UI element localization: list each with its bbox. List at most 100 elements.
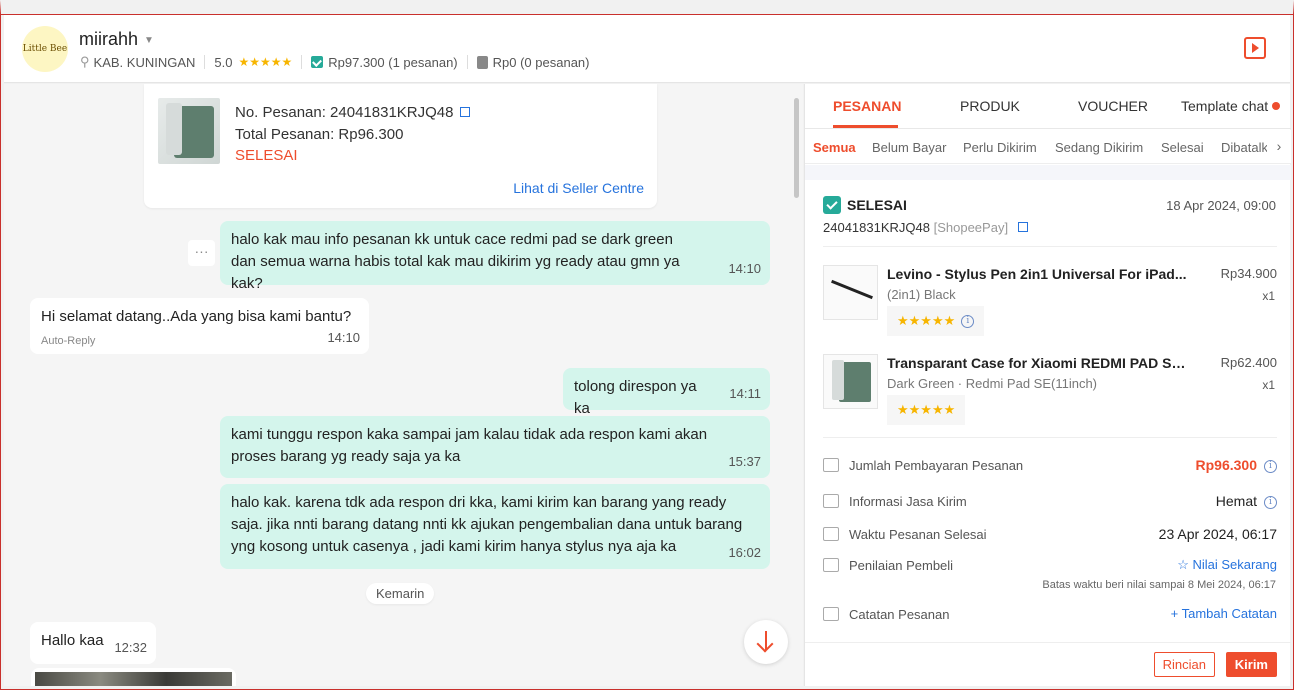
product-image [823,265,878,320]
pending-orders-icon [476,55,488,69]
message-time: 16:02 [728,545,761,560]
external-link-icon[interactable] [1017,222,1028,232]
note-icon [823,607,839,621]
product-qty: x1 [1262,378,1275,392]
separator [466,55,468,69]
info-icon[interactable]: i [1264,460,1277,473]
send-button[interactable]: Kirim [1225,652,1277,677]
rate-now-link[interactable]: ☆ Nilai Sekarang [1177,557,1277,573]
completed-value: 23 Apr 2024, 06:17 [1158,526,1277,542]
payment-row: Jumlah Pembayaran Pesanan Rp96.300 i [823,456,1277,478]
tab-produk[interactable]: PRODUK [960,98,1020,114]
message-outgoing: halo kak. karena tdk ada respon dri kka,… [220,484,770,569]
subtab-perlu-dikirim[interactable]: Perlu Dikirim [963,140,1037,155]
message-time: 15:37 [728,454,761,469]
message-text: tolong direspon ya ka [574,378,697,417]
product-name: Transparant Case for Xiaomi REDMI PAD SE… [887,355,1187,371]
panel-footer: Rincian Kirim [805,642,1291,686]
chat-area[interactable]: No. Pesanan: 24041831KRJQ48 Total Pesana… [4,84,803,686]
image-message[interactable] [31,668,236,686]
order-total: Total Pesanan: Rp96.300 [235,126,404,143]
buyer-meta: ⚲ KAB. KUNINGAN 5.0 ★★★★★ Rp97.300 (1 pe… [80,54,589,70]
seller-centre-link[interactable]: Lihat di Seller Centre [513,180,644,196]
info-icon[interactable]: i [961,315,975,329]
product-item[interactable]: Transparant Case for Xiaomi REDMI PAD SE… [823,354,1277,434]
completed-label: Waktu Pesanan Selesai [849,527,987,542]
more-options-button[interactable]: ··· [188,240,215,266]
tab-template-chat-label: Template chat [1181,98,1269,114]
paid-summary: Rp97.300 (1 pesanan) [328,54,458,70]
product-rating: ★★★★★ i [887,306,985,336]
details-button[interactable]: Rincian [1153,652,1215,677]
message-text: Hallo kaa [41,632,104,649]
panel-tabs: PESANAN PRODUK VOUCHER Template chat [805,84,1291,129]
avatar[interactable]: Little Bee [22,26,68,72]
order-panel: PESANAN PRODUK VOUCHER Template chat Sem… [804,84,1291,686]
product-variant: (2in1) Black [887,287,956,302]
order-filter-tabs: Semua Belum Bayar Perlu Dikirim Sedang D… [805,130,1291,164]
payment-label: Jumlah Pembayaran Pesanan [849,458,1024,473]
separator [301,55,303,69]
order-date: 18 Apr 2024, 09:00 [1166,198,1276,213]
tab-template-chat[interactable]: Template chat [1181,98,1281,114]
add-note-link[interactable]: + Tambah Catatan [1171,606,1277,621]
username[interactable]: miirahh [79,29,138,50]
completed-icon [823,196,841,214]
product-name: Levino - Stylus Pen 2in1 Universal For i… [887,266,1187,282]
product-price: Rp62.400 [1220,355,1277,370]
auto-reply-tag: Auto-Reply [41,335,96,347]
order-number: No. Pesanan: 24041831KRJQ48 [235,104,454,121]
chat-header: Little Bee miirahh ▼ ⚲ KAB. KUNINGAN 5.0… [4,15,1290,83]
chat-scrollbar[interactable] [794,98,799,198]
payment-method: [ShopeePay] [933,220,1009,235]
order-thumbnail [158,98,220,164]
message-text: kami tunggu respon kaka sampai jam kalau… [231,426,708,465]
notes-row: Catatan Pesanan + Tambah Catatan [823,605,1277,627]
paid-orders-icon [311,56,324,68]
chevron-down-icon[interactable]: ▼ [144,35,154,46]
message-text: halo kak mau info pesanan kk untuk cace … [231,231,680,292]
order-sn-row: 24041831KRJQ48 [ShopeePay] [823,220,1028,235]
product-image [823,354,878,409]
product-qty: x1 [1262,289,1275,303]
subtab-semua[interactable]: Semua [813,140,856,155]
message-outgoing: tolong direspon ya ka 14:11 [563,368,770,417]
subtab-belum-bayar[interactable]: Belum Bayar [872,140,946,155]
product-variant: Dark Green · Redmi Pad SE(11inch) [887,376,1098,391]
truck-icon [823,494,839,508]
message-incoming: Hi selamat datang..Ada yang bisa kami ba… [30,298,369,354]
order-status-row: SELESAI [823,196,907,214]
divider [823,437,1277,438]
subtab-sedang-dikirim[interactable]: Sedang Dikirim [1055,140,1143,155]
subtab-selesai[interactable]: Selesai [1161,140,1204,155]
day-divider: Kemarin [366,583,435,604]
external-link-icon[interactable] [459,107,470,117]
message-time: 14:10 [327,330,360,345]
rating-stars: ★★★★★ [897,402,956,417]
tab-pesanan[interactable]: PESANAN [833,98,901,114]
section-gap [805,165,1291,180]
chevron-right-icon[interactable]: › [1267,130,1291,163]
product-rating: ★★★★★ [887,395,966,425]
shipping-row: Informasi Jasa Kirim Hemat i [823,492,1277,514]
completed-row: Waktu Pesanan Selesai 23 Apr 2024, 06:17 [823,525,1277,547]
payment-value: Rp96.300 [1195,457,1257,473]
location-pin-icon: ⚲ [80,54,90,69]
message-time: 12:32 [114,640,147,655]
info-icon[interactable]: i [1264,496,1277,509]
tab-voucher[interactable]: VOUCHER [1078,98,1148,114]
scroll-down-icon[interactable] [744,620,788,664]
collapse-panel-icon[interactable] [1244,37,1266,59]
review-label: Penilaian Pembeli [849,558,954,573]
message-outgoing: halo kak mau info pesanan kk untuk cace … [220,221,770,292]
rating-stars: ★★★★★ [897,313,956,328]
message-text: Hi selamat datang..Ada yang bisa kami ba… [41,308,352,325]
notes-label: Catatan Pesanan [849,607,950,622]
shipping-value: Hemat [1215,493,1257,509]
order-card: No. Pesanan: 24041831KRJQ48 Total Pesana… [144,84,657,208]
product-item[interactable]: Levino - Stylus Pen 2in1 Universal For i… [823,265,1277,345]
active-tab-indicator [833,125,898,128]
notification-dot [1272,102,1281,110]
message-incoming: Hallo kaa 12:32 [30,622,156,664]
buyer-rating: 5.0 [214,54,233,70]
